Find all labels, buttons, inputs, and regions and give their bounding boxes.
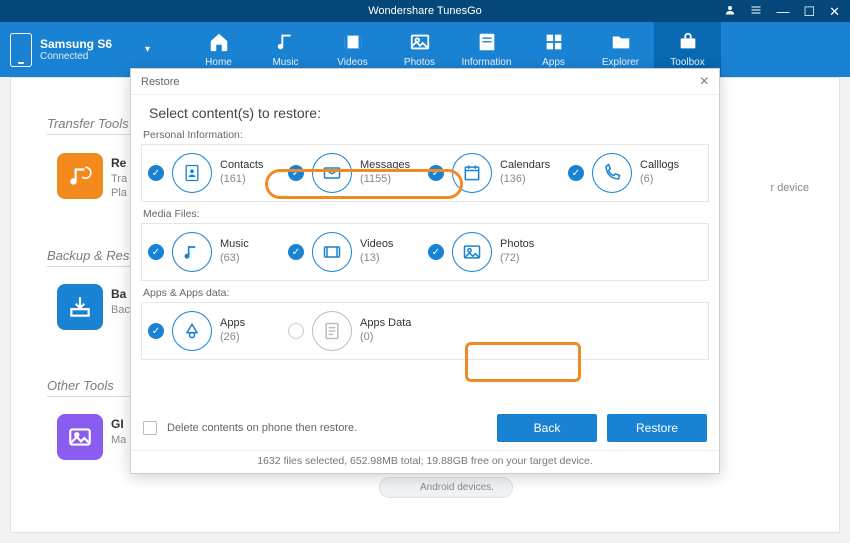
group-label-apps: Apps & Apps data: — [131, 285, 719, 302]
group-label-media: Media Files: — [131, 206, 719, 223]
nav-label: Explorer — [602, 57, 639, 68]
item-music[interactable]: ✓ Music(63) — [148, 232, 282, 272]
group-media: ✓ Music(63) ✓ Videos(13) ✓ Photos(72) — [141, 223, 709, 281]
item-count: (0) — [360, 331, 411, 345]
checkbox-checked-icon[interactable]: ✓ — [428, 165, 444, 181]
modal-title: Restore — [141, 76, 180, 88]
bg-card-title: Ba — [111, 287, 126, 301]
checkbox-checked-icon[interactable]: ✓ — [288, 244, 304, 260]
gif-card-icon[interactable] — [57, 414, 103, 460]
delete-label: Delete contents on phone then restore. — [167, 422, 357, 434]
bg-right-text: r device — [770, 182, 809, 194]
item-name: Contacts — [220, 159, 263, 173]
item-name: Photos — [500, 238, 534, 252]
menu-icon[interactable] — [750, 4, 762, 18]
item-contacts[interactable]: ✓ Contacts(161) — [148, 153, 282, 193]
app-title: Wondershare TunesGo — [368, 5, 482, 17]
messages-icon — [312, 153, 352, 193]
maximize-button[interactable]: ☐ — [803, 5, 815, 18]
back-button[interactable]: Back — [497, 414, 597, 442]
item-count: (6) — [640, 173, 679, 187]
checkbox-checked-icon[interactable]: ✓ — [428, 244, 444, 260]
item-calllogs[interactable]: ✓ Calllogs(6) — [568, 153, 702, 193]
apps-icon — [172, 311, 212, 351]
item-photos[interactable]: ✓ Photos(72) — [428, 232, 562, 272]
restore-button[interactable]: Restore — [607, 414, 707, 442]
device-status: Connected — [40, 51, 112, 62]
item-count: (26) — [220, 331, 245, 345]
item-messages[interactable]: ✓ Messages(1155) — [288, 153, 422, 193]
item-name: Videos — [360, 238, 393, 252]
checkbox-checked-icon[interactable]: ✓ — [148, 323, 164, 339]
modal-header: Restore × — [131, 69, 719, 95]
rebuild-library-icon[interactable] — [57, 153, 103, 199]
close-button[interactable]: ✕ — [829, 5, 840, 18]
item-name: Calllogs — [640, 159, 679, 173]
group-apps: ✓ Apps(26) ✓ Apps Data(0) — [141, 302, 709, 360]
item-apps-data[interactable]: ✓ Apps Data(0) — [288, 311, 422, 351]
nav-label: Music — [272, 57, 298, 68]
calendar-icon — [452, 153, 492, 193]
item-videos[interactable]: ✓ Videos(13) — [288, 232, 422, 272]
nav-label: Toolbox — [670, 57, 704, 68]
checkbox-checked-icon[interactable]: ✓ — [148, 165, 164, 181]
window-controls: — ☐ ✕ — [724, 4, 850, 18]
item-count: (136) — [500, 173, 550, 187]
checkbox-checked-icon[interactable]: ✓ — [148, 244, 164, 260]
bg-card-desc: Tra — [111, 173, 127, 185]
nav-label: Videos — [337, 57, 367, 68]
bg-card-desc: Bac — [111, 304, 130, 316]
restore-modal: Restore × Select content(s) to restore: … — [130, 68, 720, 474]
status-bar: 1632 files selected, 652.98MB total; 19.… — [131, 450, 719, 473]
item-calendars[interactable]: ✓ Calendars(136) — [428, 153, 562, 193]
checkbox-checked-icon[interactable]: ✓ — [568, 165, 584, 181]
bg-card-desc: Pla — [111, 187, 127, 199]
close-icon[interactable]: × — [700, 74, 709, 90]
apps-data-icon — [312, 311, 352, 351]
group-personal: ✓ Contacts(161) ✓ Messages(1155) ✓ Calen… — [141, 144, 709, 202]
item-count: (1155) — [360, 173, 410, 187]
bg-android-pill: Android devices. — [379, 477, 513, 498]
item-count: (63) — [220, 252, 249, 266]
item-count: (161) — [220, 173, 263, 187]
backup-card-icon[interactable] — [57, 284, 103, 330]
item-name: Apps Data — [360, 317, 411, 331]
minimize-button[interactable]: — — [776, 5, 789, 18]
item-count: (13) — [360, 252, 393, 266]
item-name: Calendars — [500, 159, 550, 173]
checkbox-checked-icon[interactable]: ✓ — [288, 165, 304, 181]
item-name: Messages — [360, 159, 410, 173]
group-label-personal: Personal Information: — [131, 127, 719, 144]
device-name: Samsung S6 — [40, 37, 112, 51]
delete-checkbox[interactable] — [143, 421, 157, 435]
user-icon[interactable] — [724, 4, 736, 18]
item-apps[interactable]: ✓ Apps(26) — [148, 311, 282, 351]
item-name: Apps — [220, 317, 245, 331]
nav-label: Information — [461, 57, 511, 68]
modal-footer: Delete contents on phone then restore. B… — [131, 406, 719, 448]
checkbox-unchecked-icon[interactable]: ✓ — [288, 323, 304, 339]
bg-card-desc: Ma — [111, 434, 126, 446]
nav-label: Home — [205, 57, 232, 68]
modal-subtitle: Select content(s) to restore: — [137, 99, 713, 127]
nav-label: Photos — [404, 57, 435, 68]
phone-icon — [10, 33, 32, 67]
video-icon — [312, 232, 352, 272]
bg-card-title: Re — [111, 156, 126, 170]
contacts-icon — [172, 153, 212, 193]
phone-icon — [592, 153, 632, 193]
music-icon — [172, 232, 212, 272]
chevron-down-icon: ▾ — [145, 44, 150, 55]
titlebar: Wondershare TunesGo — ☐ ✕ — [0, 0, 850, 22]
photo-icon — [452, 232, 492, 272]
item-count: (72) — [500, 252, 534, 266]
nav-label: Apps — [542, 57, 565, 68]
item-name: Music — [220, 238, 249, 252]
bg-card-title: GI — [111, 417, 124, 431]
